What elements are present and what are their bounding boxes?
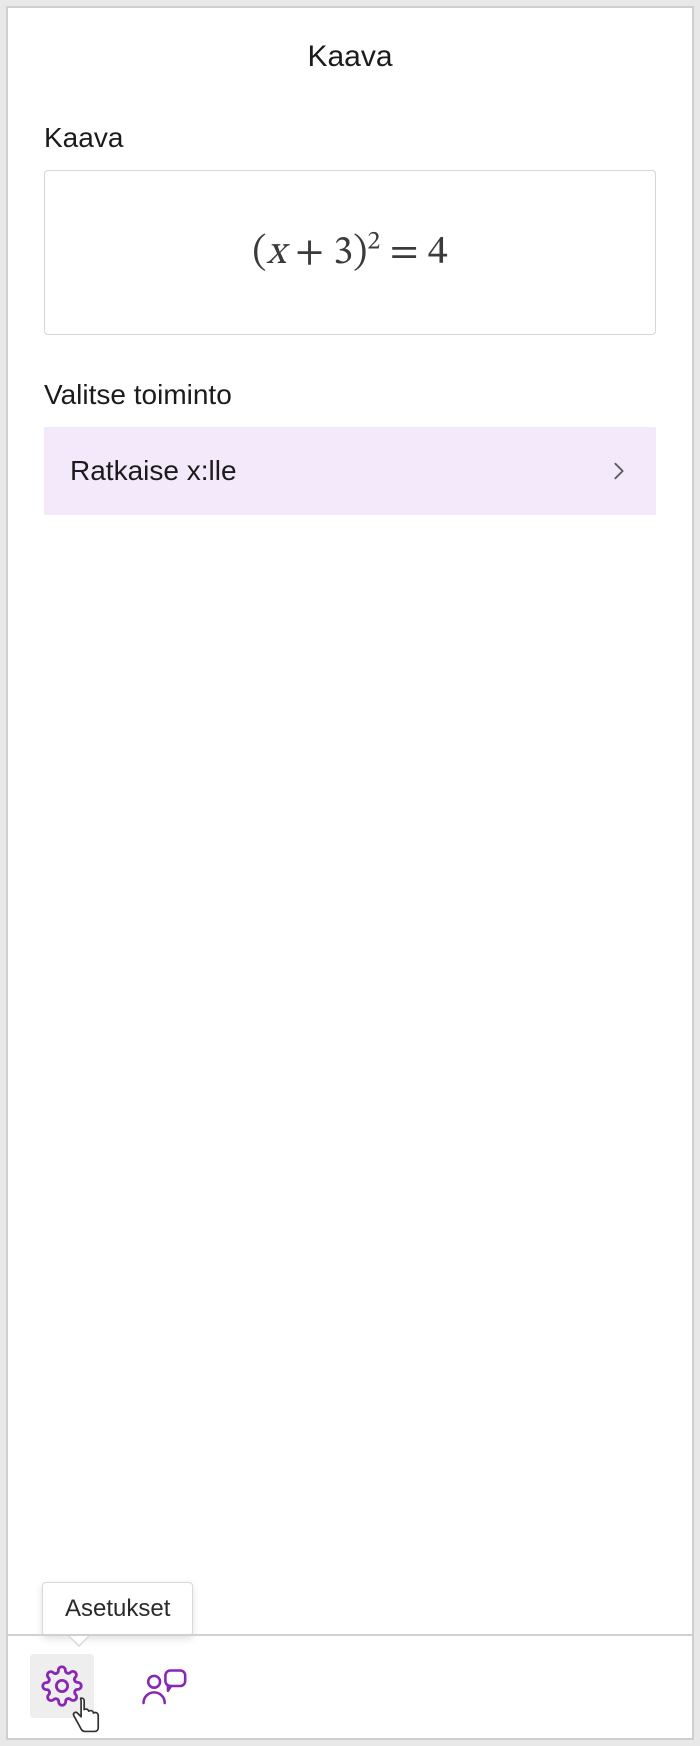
settings-button[interactable] — [30, 1654, 94, 1718]
settings-tooltip: Asetukset — [42, 1582, 193, 1636]
chevron-right-icon — [608, 460, 630, 482]
panel-title: Kaava — [8, 40, 692, 74]
panel-content: Kaava (x + 3)2 = 4 Valitse toiminto Ratk… — [8, 122, 692, 1634]
formula-label: Kaava — [44, 122, 656, 154]
formula-box[interactable]: (x + 3)2 = 4 — [44, 170, 656, 335]
math-panel: Kaava Kaava (x + 3)2 = 4 Valitse toimint… — [6, 6, 694, 1740]
panel-header: Kaava — [8, 8, 692, 122]
person-chat-icon — [140, 1666, 188, 1706]
action-solve-for-x[interactable]: Ratkaise x:lle — [44, 427, 656, 515]
formula-equation: (x + 3)2 = 4 — [252, 233, 447, 273]
feedback-button[interactable] — [132, 1654, 196, 1718]
gear-icon — [41, 1665, 83, 1707]
action-label: Valitse toiminto — [44, 379, 656, 411]
action-item-label: Ratkaise x:lle — [70, 455, 237, 487]
panel-footer — [8, 1634, 692, 1738]
